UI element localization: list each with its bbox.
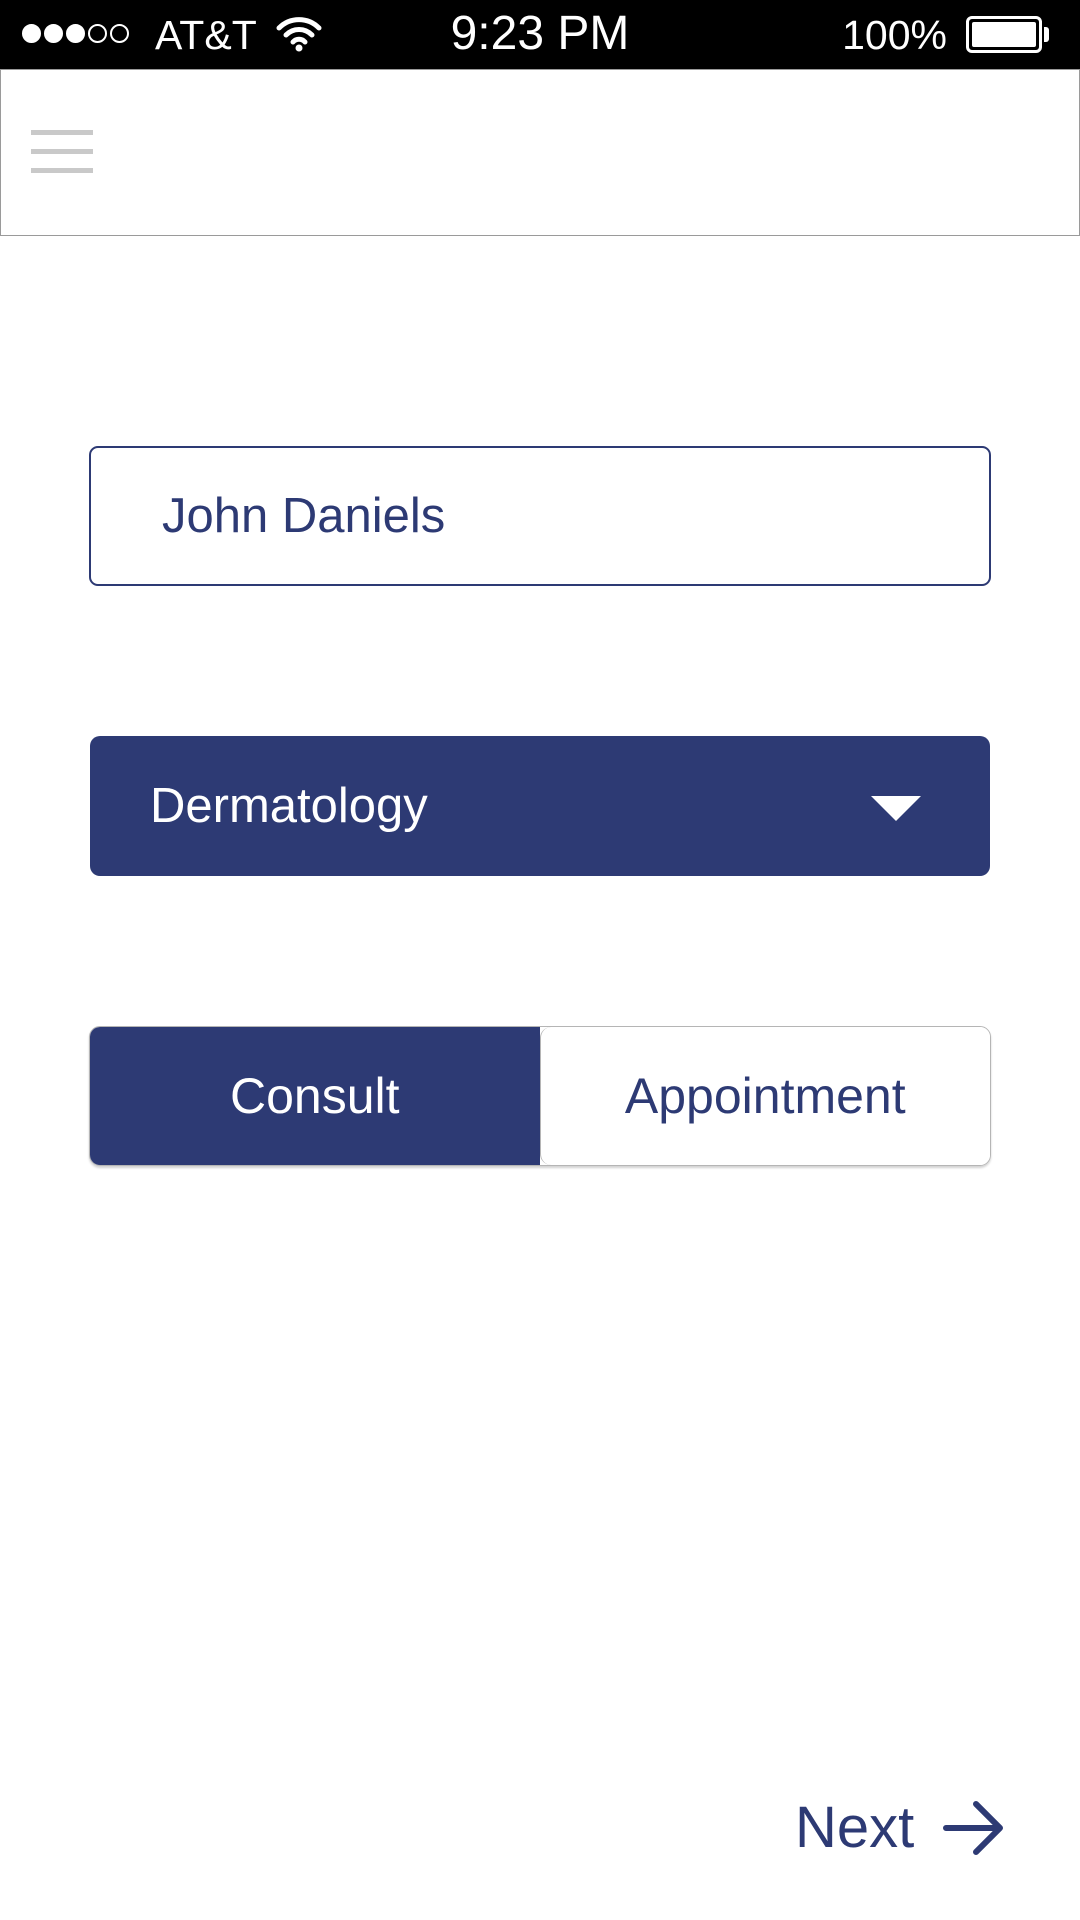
segment-appointment[interactable]: Appointment: [539, 1027, 990, 1165]
patient-name-field[interactable]: John Daniels: [89, 446, 991, 586]
battery-level: [972, 22, 1036, 47]
visit-type-segmented-control: Consult Appointment: [89, 1026, 991, 1166]
specialty-selected-label: Dermatology: [150, 779, 428, 833]
battery-tip: [1044, 27, 1049, 42]
status-bar: AT&T 9:23 PM 100%: [0, 0, 1080, 69]
segment-consult[interactable]: Consult: [90, 1027, 540, 1165]
chevron-down-icon: [871, 796, 921, 821]
hamburger-menu-icon[interactable]: [31, 130, 93, 174]
app-header: [0, 69, 1080, 236]
arrow-right-icon: [943, 1801, 1004, 1855]
battery-percentage: 100%: [842, 12, 947, 58]
battery-icon: [966, 16, 1042, 53]
specialty-dropdown[interactable]: Dermatology: [90, 736, 990, 876]
next-button-label: Next: [795, 1795, 915, 1860]
next-button[interactable]: Next: [795, 1792, 1006, 1864]
